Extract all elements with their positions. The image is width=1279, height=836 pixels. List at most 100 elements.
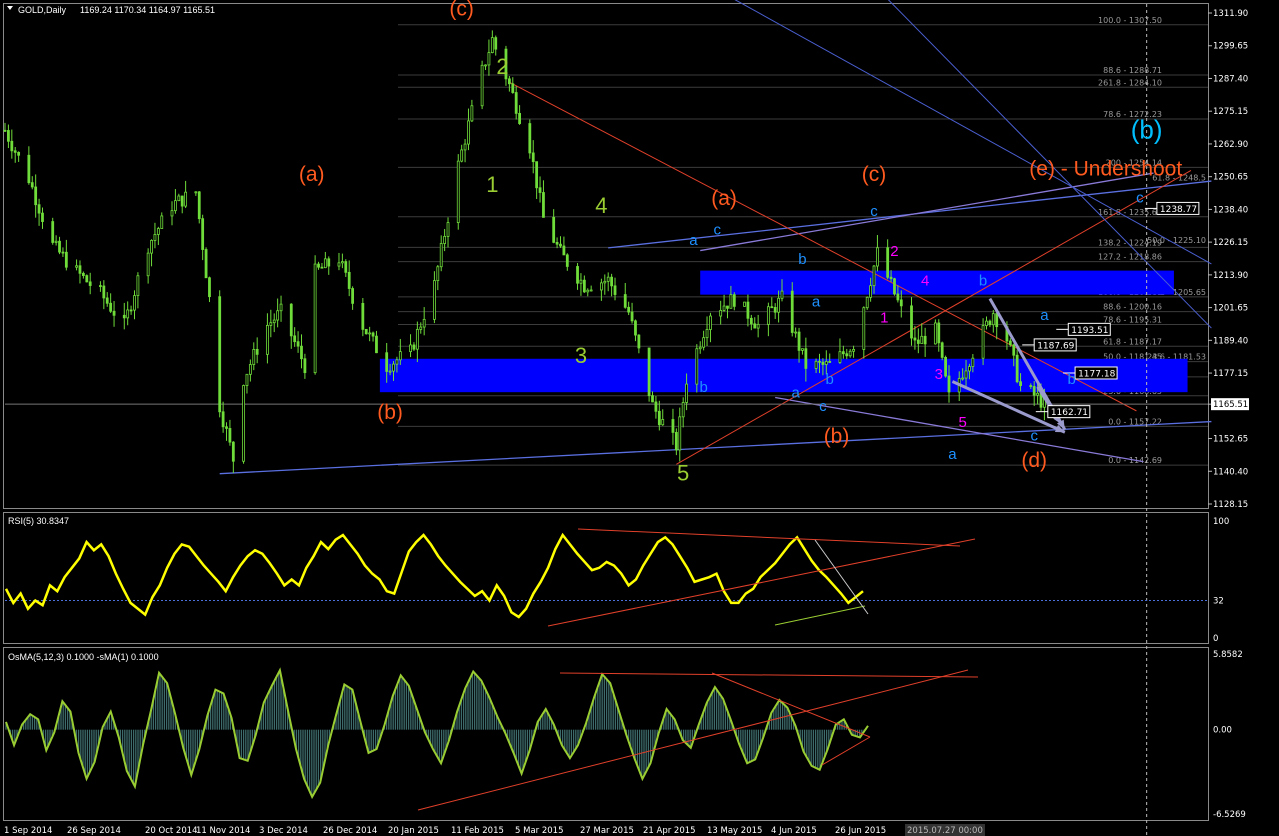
x-tick-label: 26 Dec 2014 — [323, 826, 377, 836]
candle-body — [671, 419, 675, 433]
candle-body — [582, 279, 586, 293]
candle-body — [586, 289, 590, 293]
candle-body — [446, 222, 450, 237]
candle-body — [651, 395, 654, 403]
candle-body — [490, 37, 494, 53]
candle-body — [705, 329, 709, 339]
candle-body — [674, 432, 678, 451]
wave-label: c — [1030, 427, 1038, 444]
candle-body — [204, 249, 208, 279]
wave-label: 5 — [958, 414, 966, 431]
wave-label: b — [979, 272, 987, 289]
rsi-tick-label: 100 — [1213, 517, 1229, 527]
fib-label: 261.8 - 1284.10 — [1098, 78, 1162, 87]
wave-label: 3 — [935, 366, 943, 383]
candle-body — [630, 311, 634, 322]
candle-body — [422, 318, 426, 328]
candle-body — [535, 161, 539, 189]
wave-label: c — [870, 203, 878, 220]
candle-body — [494, 37, 498, 50]
candle-body — [351, 288, 355, 304]
wave-label: (c) — [862, 163, 887, 186]
candle-body — [78, 265, 82, 274]
candle-body — [634, 320, 637, 336]
candle-body — [289, 303, 293, 337]
y-tick-label: 1250.65 — [1213, 173, 1248, 183]
candle-body — [610, 276, 614, 287]
wave-label: (b) — [824, 425, 850, 448]
candle-body — [749, 317, 753, 325]
candle-body — [173, 200, 177, 212]
candle-body — [780, 290, 784, 299]
x-tick-label: 5 Mar 2015 — [515, 826, 563, 836]
y-tick-label: 1226.15 — [1213, 238, 1248, 248]
candle-body — [818, 360, 821, 363]
candle-body — [231, 441, 235, 462]
wave-label: 1 — [486, 172, 498, 197]
fib-label: 61.8 - 1187.17 — [1103, 337, 1162, 346]
candle-body — [340, 261, 344, 264]
candle-body — [511, 83, 515, 93]
candle-body — [746, 301, 750, 319]
candle-body — [797, 331, 801, 351]
wave-label: a — [1040, 307, 1049, 324]
x-tick-label: 2015.07.27 00:00 — [907, 826, 983, 836]
candle-body — [225, 426, 228, 429]
candle-body — [613, 285, 617, 295]
candle-body — [371, 332, 375, 337]
candle-body — [337, 262, 341, 267]
candle-body — [896, 293, 900, 301]
candle-body — [248, 364, 252, 375]
wave-label: a — [812, 294, 821, 311]
wave-label: 4 — [595, 193, 607, 218]
candle-body — [194, 191, 198, 194]
candle-body — [899, 299, 903, 307]
y-tick-label: 1275.15 — [1213, 107, 1248, 117]
price-box-label: 1162.71 — [1051, 408, 1088, 418]
candle-body — [436, 266, 440, 282]
y-tick-label: 1177.15 — [1213, 369, 1248, 379]
x-tick-label: 27 Mar 2015 — [580, 826, 634, 836]
candle-body — [923, 335, 927, 345]
candle-body — [852, 349, 855, 352]
candle-body — [344, 261, 348, 273]
candle-body — [1015, 354, 1019, 383]
chart-canvas: 100.0 - 1307.50 88.6 - 1288.71 261.8 - 128… — [0, 0, 1279, 836]
x-tick-label: 3 Dec 2014 — [259, 826, 308, 836]
candle-body — [133, 295, 136, 311]
candle-body — [913, 337, 917, 341]
candle-body — [75, 265, 78, 268]
candle-body — [180, 195, 184, 207]
candle-body — [940, 342, 944, 358]
candle-body — [1019, 381, 1022, 386]
candle-body — [122, 314, 126, 319]
candle-body — [971, 357, 975, 367]
candle-body — [729, 294, 733, 309]
candle-body — [266, 324, 269, 355]
candle-body — [514, 92, 518, 114]
rsi-title: RSI(5) 30.8347 — [8, 516, 69, 526]
candle-body — [439, 243, 443, 268]
rsi-tick-label: 32 — [1213, 597, 1224, 607]
candle-body — [794, 331, 798, 334]
wave-label: 4 — [921, 272, 929, 289]
candle-body — [726, 305, 729, 309]
candle-body — [58, 240, 61, 253]
wave-label: a — [791, 385, 800, 402]
y-tick-label: 1213.90 — [1213, 271, 1248, 281]
candle-body — [409, 344, 412, 353]
x-tick-label: 4 Jun 2015 — [771, 826, 817, 836]
candle-body — [85, 275, 89, 283]
candle-body — [947, 375, 951, 393]
candle-body — [722, 305, 726, 311]
x-tick-label: 13 May 2015 — [707, 826, 762, 836]
candle-body — [869, 285, 873, 298]
wave-label: (e) - Undershoot — [1029, 158, 1182, 181]
candle-body — [698, 346, 702, 350]
wave-label: b — [826, 371, 834, 388]
candle-body — [13, 150, 17, 153]
candle-body — [27, 154, 31, 184]
y-tick-label: 1152.65 — [1213, 435, 1248, 445]
candle-body — [623, 294, 627, 308]
wave-label: a — [689, 232, 698, 249]
